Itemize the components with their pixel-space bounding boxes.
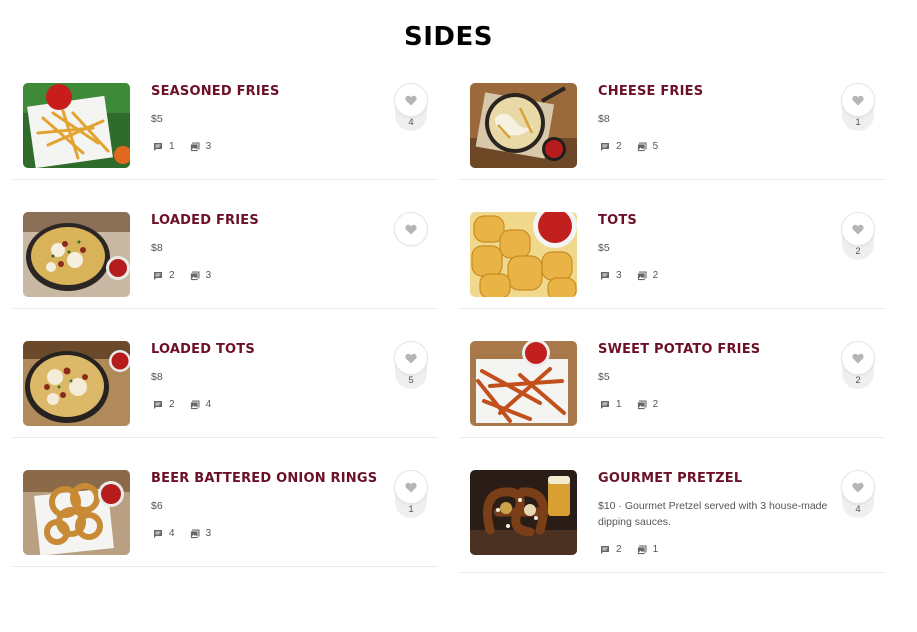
item-meta: 2 4 (153, 399, 226, 410)
item-meta: 3 2 (600, 270, 673, 281)
photo-count[interactable]: 5 (636, 141, 658, 152)
photo-count[interactable]: 4 (189, 399, 211, 410)
like-button[interactable] (394, 212, 428, 246)
item-price: $8 (598, 113, 610, 125)
item-name[interactable]: TOTS (598, 213, 637, 228)
comment-count[interactable]: 3 (600, 270, 622, 281)
like-widget: 4 (841, 470, 875, 518)
comment-count[interactable]: 2 (153, 399, 175, 410)
heart-icon (405, 353, 417, 363)
item-photo[interactable] (23, 83, 130, 168)
comment-icon (601, 545, 609, 554)
item-photo[interactable] (470, 341, 577, 426)
item-price: $5 (598, 371, 610, 383)
comment-count[interactable]: 2 (600, 141, 622, 152)
comment-count[interactable]: 2 (153, 270, 175, 281)
menu-item[interactable]: SEASONED FRIES $5 1 3 4 (12, 83, 438, 180)
like-widget (394, 212, 428, 246)
item-price: $5 (151, 113, 163, 125)
item-name[interactable]: LOADED TOTS (151, 342, 255, 357)
photo-count[interactable]: 2 (636, 270, 658, 281)
comment-count[interactable]: 1 (153, 141, 175, 152)
photo-icon (189, 271, 200, 281)
item-name[interactable]: SWEET POTATO FRIES (598, 342, 760, 357)
comment-count[interactable]: 2 (600, 544, 622, 555)
like-widget: 5 (394, 341, 428, 389)
item-name[interactable]: CHEESE FRIES (598, 84, 703, 99)
item-name[interactable]: BEER BATTERED ONION RINGS (151, 471, 377, 486)
item-photo[interactable] (23, 470, 130, 555)
item-photo[interactable] (470, 212, 577, 297)
heart-icon (852, 353, 864, 363)
like-widget: 2 (841, 212, 875, 260)
comment-icon (154, 142, 162, 151)
comment-icon (154, 529, 162, 538)
photo-count[interactable]: 3 (189, 141, 211, 152)
heart-icon (852, 482, 864, 492)
like-button[interactable] (394, 470, 428, 504)
menu-item[interactable]: CHEESE FRIES $8 2 5 1 (459, 83, 885, 180)
item-meta: 1 2 (600, 399, 673, 410)
item-price: $10 · Gourmet Pretzel served with 3 hous… (598, 500, 828, 528)
item-name[interactable]: SEASONED FRIES (151, 84, 280, 99)
menu-item[interactable]: LOADED TOTS $8 2 4 5 (12, 341, 438, 438)
heart-icon (852, 224, 864, 234)
comment-icon (601, 271, 609, 280)
menu-item[interactable]: BEER BATTERED ONION RINGS $6 4 3 1 (12, 470, 438, 567)
item-photo[interactable] (470, 470, 577, 555)
photo-count[interactable]: 3 (189, 528, 211, 539)
item-price: $8 (151, 242, 163, 254)
item-photo[interactable] (23, 212, 130, 297)
menu-item[interactable]: SWEET POTATO FRIES $5 1 2 2 (459, 341, 885, 438)
heart-icon (405, 224, 417, 234)
photo-icon (189, 529, 200, 539)
photo-count[interactable]: 2 (636, 399, 658, 410)
menu-item[interactable]: TOTS $5 3 2 2 (459, 212, 885, 309)
comment-icon (601, 400, 609, 409)
menu-item[interactable]: LOADED FRIES $8 2 3 (12, 212, 438, 309)
like-widget: 1 (394, 470, 428, 518)
like-widget: 2 (841, 341, 875, 389)
photo-icon (636, 142, 647, 152)
heart-icon (405, 482, 417, 492)
comment-count[interactable]: 1 (600, 399, 622, 410)
like-button[interactable] (394, 341, 428, 375)
item-price: $5 (598, 242, 610, 254)
item-meta: 1 3 (153, 141, 226, 152)
heart-icon (405, 95, 417, 105)
like-button[interactable] (841, 470, 875, 504)
item-meta: 2 1 (600, 544, 673, 555)
photo-icon (636, 400, 647, 410)
photo-icon (189, 142, 200, 152)
like-widget: 1 (841, 83, 875, 131)
page-title: SIDES (404, 22, 493, 52)
item-meta: 4 3 (153, 528, 226, 539)
photo-icon (636, 545, 647, 555)
like-button[interactable] (841, 212, 875, 246)
like-widget: 4 (394, 83, 428, 131)
photo-icon (636, 271, 647, 281)
item-meta: 2 5 (600, 141, 673, 152)
photo-icon (189, 400, 200, 410)
like-button[interactable] (841, 83, 875, 117)
comment-icon (601, 142, 609, 151)
like-button[interactable] (841, 341, 875, 375)
item-name[interactable]: GOURMET PRETZEL (598, 471, 742, 486)
comment-count[interactable]: 4 (153, 528, 175, 539)
photo-count[interactable]: 1 (636, 544, 658, 555)
item-price: $6 (151, 500, 163, 512)
comment-icon (154, 400, 162, 409)
item-name[interactable]: LOADED FRIES (151, 213, 259, 228)
item-photo[interactable] (23, 341, 130, 426)
menu-item[interactable]: GOURMET PRETZEL $10 · Gourmet Pretzel se… (459, 470, 885, 573)
heart-icon (852, 95, 864, 105)
photo-count[interactable]: 3 (189, 270, 211, 281)
item-price: $8 (151, 371, 163, 383)
like-button[interactable] (394, 83, 428, 117)
comment-icon (154, 271, 162, 280)
item-meta: 2 3 (153, 270, 226, 281)
item-photo[interactable] (470, 83, 577, 168)
